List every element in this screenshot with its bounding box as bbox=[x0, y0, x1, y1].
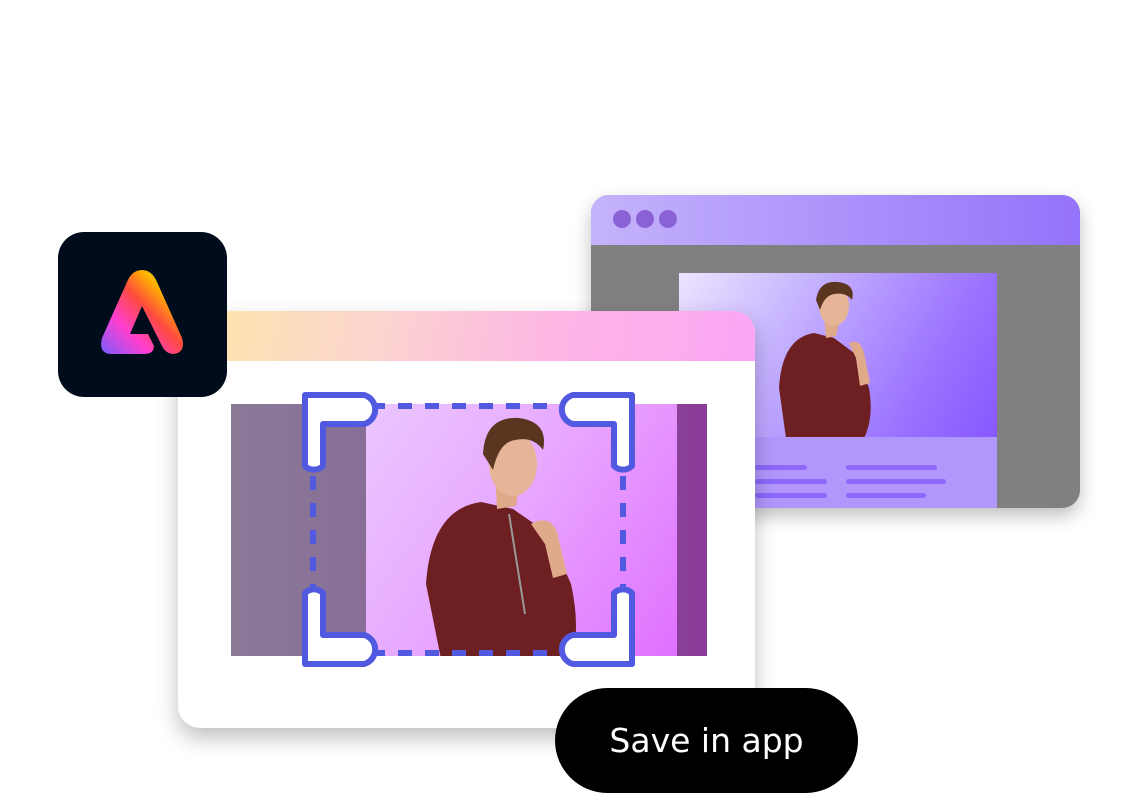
front-editor-window bbox=[178, 311, 755, 728]
back-window-titlebar bbox=[591, 195, 1080, 245]
text-line bbox=[755, 465, 807, 470]
text-line bbox=[846, 479, 946, 484]
window-dot-icon bbox=[613, 210, 631, 228]
text-line bbox=[755, 479, 827, 484]
text-line bbox=[755, 493, 827, 498]
save-in-app-button[interactable]: Save in app bbox=[555, 688, 858, 793]
adobe-express-logo-icon bbox=[58, 232, 227, 397]
window-dot-icon bbox=[636, 210, 654, 228]
text-line bbox=[846, 493, 926, 498]
text-line bbox=[846, 465, 937, 470]
window-dot-icon bbox=[659, 210, 677, 228]
person-photo bbox=[779, 281, 871, 437]
front-window-titlebar bbox=[178, 311, 755, 361]
crop-frame-icon[interactable] bbox=[296, 386, 641, 676]
